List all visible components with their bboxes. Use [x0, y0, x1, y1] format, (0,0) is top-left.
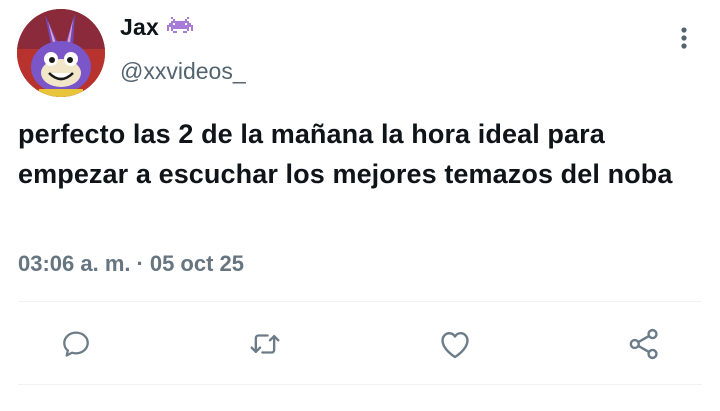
tweet-date: 05 oct 25: [149, 251, 245, 276]
divider: [18, 301, 702, 302]
tweet-card: Jax @xxvideos_ perfecto las 2 de la maña…: [0, 0, 720, 411]
display-name-row[interactable]: Jax: [120, 14, 193, 41]
avatar-image: [17, 9, 105, 97]
divider: [18, 384, 702, 385]
tweet-text: perfecto las 2 de la mañana la hora idea…: [18, 119, 673, 189]
more-options-button[interactable]: [668, 24, 700, 52]
tweet-time: 03:06 a. m.: [18, 251, 131, 276]
meta-separator: ·: [136, 251, 144, 276]
action-bar: [0, 324, 720, 364]
avatar[interactable]: [17, 9, 105, 97]
heart-icon: [441, 332, 469, 359]
display-name[interactable]: Jax: [120, 14, 159, 41]
tweet-timestamp[interactable]: 03:06 a. m. · 05 oct 25: [18, 251, 244, 277]
share-button[interactable]: [624, 324, 664, 364]
like-button[interactable]: [435, 324, 475, 364]
user-handle[interactable]: @xxvideos_: [120, 58, 246, 85]
reply-button[interactable]: [56, 324, 96, 364]
alien-monster-emoji-icon: [166, 16, 193, 39]
retweet-button[interactable]: [245, 324, 285, 364]
vertical-ellipsis-icon: [681, 27, 687, 49]
comment-icon: [63, 331, 89, 357]
share-icon: [629, 328, 658, 360]
retweet-icon: [250, 334, 280, 354]
